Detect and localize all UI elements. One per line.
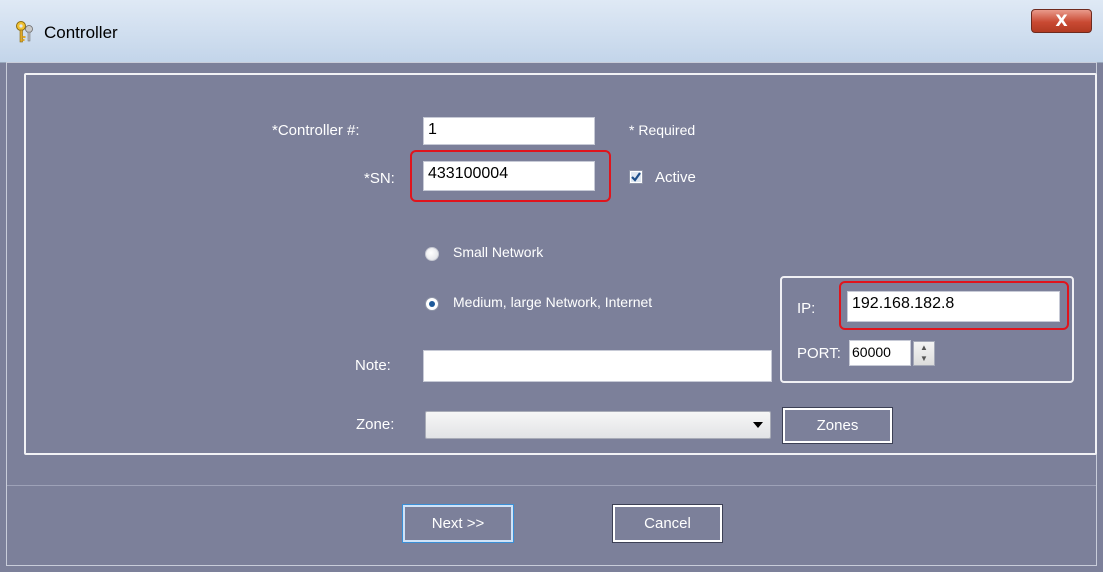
medium-network-label: Medium, large Network, Internet: [453, 294, 653, 310]
controller-number-input[interactable]: 1: [423, 117, 595, 145]
checkmark-icon: [631, 172, 641, 182]
note-label: Note:: [355, 357, 391, 374]
zones-button[interactable]: Zones: [782, 407, 893, 444]
controller-number-label: *Controller #:: [272, 122, 360, 139]
close-icon: X: [1055, 11, 1068, 30]
chevron-down-icon[interactable]: [753, 422, 763, 428]
port-label: PORT:: [797, 345, 841, 362]
ip-input[interactable]: 192.168.182.8: [847, 291, 1060, 322]
active-checkbox[interactable]: [629, 170, 643, 184]
active-label: Active: [655, 169, 696, 186]
medium-network-radio[interactable]: [425, 297, 439, 311]
next-button[interactable]: Next >>: [402, 504, 514, 543]
ip-label: IP:: [797, 300, 816, 317]
small-network-radio[interactable]: [425, 247, 439, 261]
port-spinner[interactable]: ▲ ▼: [913, 341, 935, 366]
cancel-button[interactable]: Cancel: [612, 504, 723, 543]
title-bar: Controller X: [0, 0, 1103, 63]
keys-icon: [14, 20, 36, 44]
window-title: Controller: [44, 23, 118, 42]
required-note: * Required: [629, 122, 696, 138]
divider: [7, 485, 1096, 486]
port-input[interactable]: 60000: [849, 340, 911, 366]
sn-input[interactable]: 433100004: [423, 161, 595, 191]
zone-select[interactable]: [425, 411, 771, 439]
close-button[interactable]: X: [1031, 9, 1092, 33]
sn-label: *SN:: [364, 170, 395, 187]
small-network-label: Small Network: [453, 244, 544, 260]
spin-up-icon[interactable]: ▲: [914, 342, 934, 353]
spin-down-icon[interactable]: ▼: [914, 353, 934, 364]
controller-window: Controller X *Controller #: 1 * Required…: [0, 0, 1103, 572]
note-input[interactable]: [423, 350, 772, 382]
zone-label: Zone:: [356, 416, 395, 433]
